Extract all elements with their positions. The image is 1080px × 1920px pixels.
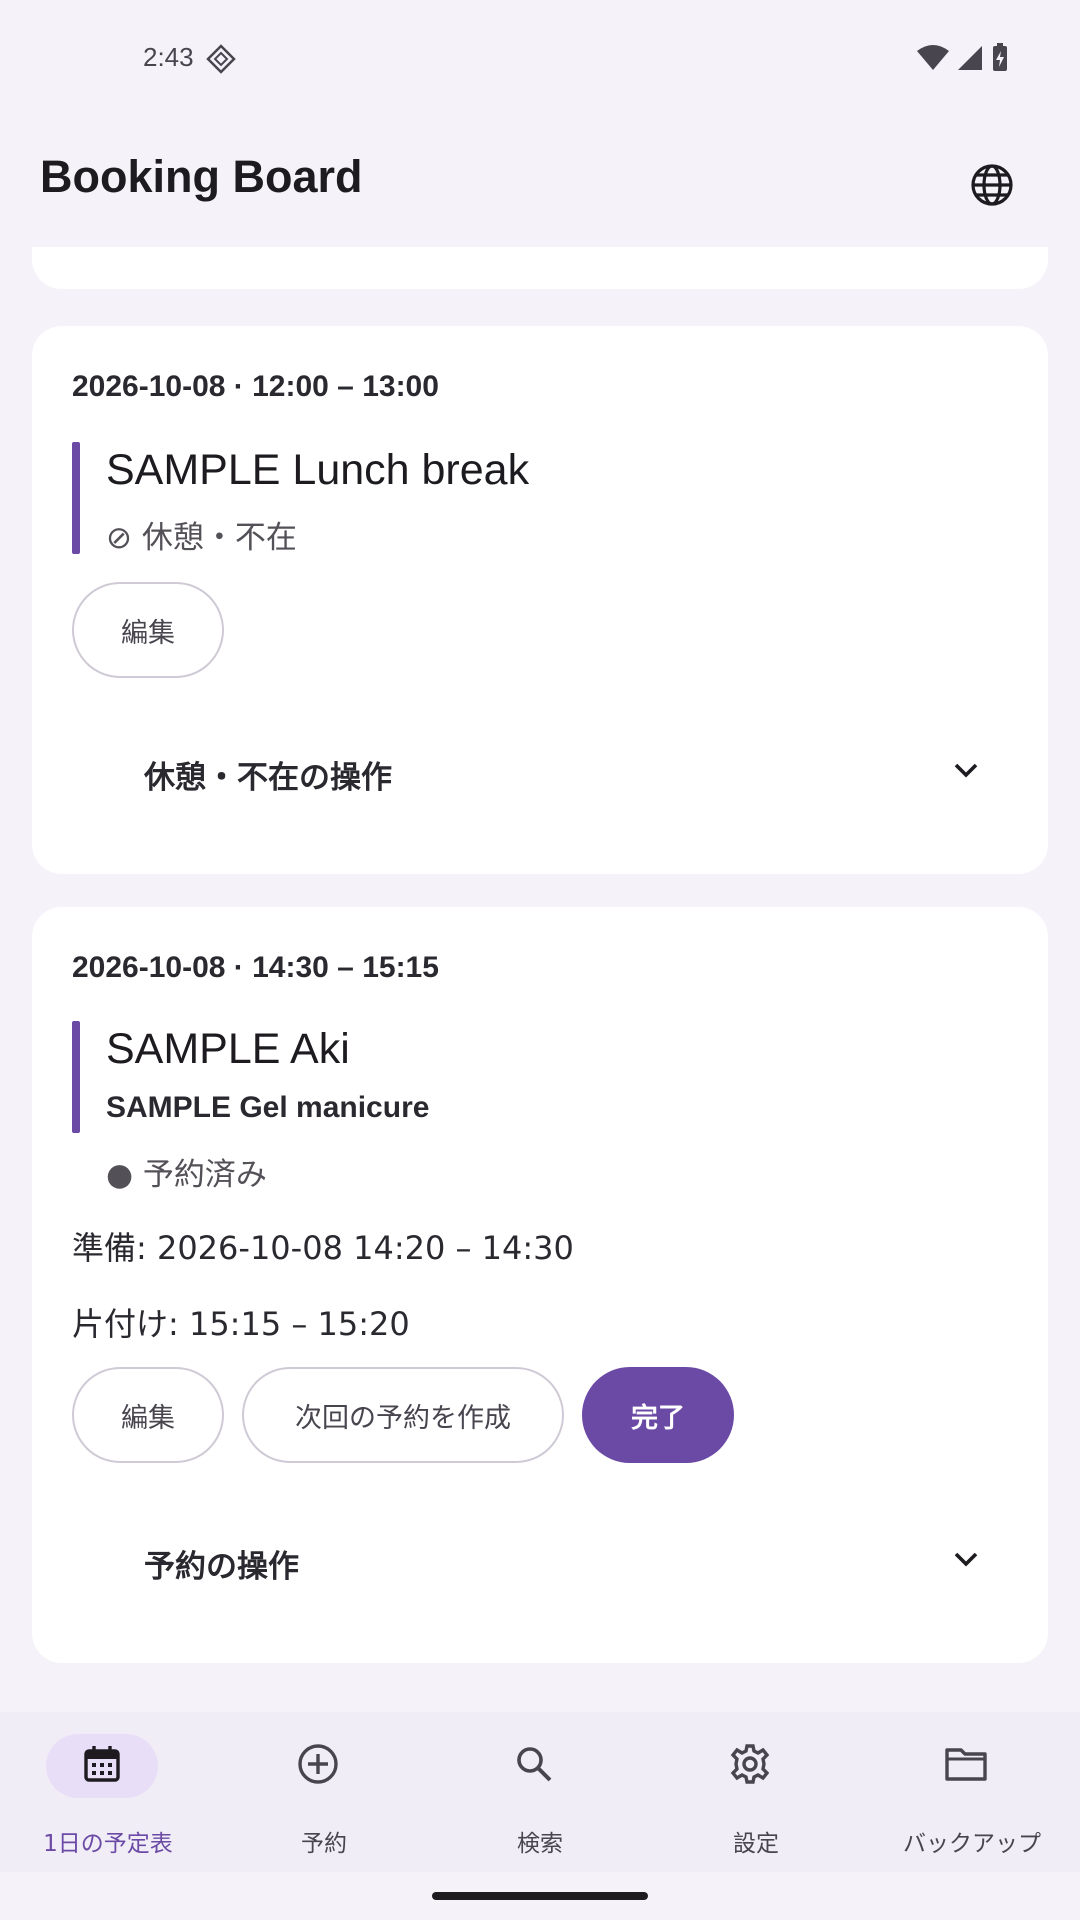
status-icons xyxy=(916,43,1010,77)
expander-label: 予約の操作 xyxy=(144,1549,299,1585)
nav-item-schedule[interactable]: 1日の予定表 xyxy=(0,1712,216,1872)
nav-label: 1日の予定表 xyxy=(43,1831,173,1857)
language-button[interactable] xyxy=(960,155,1024,219)
battery-icon xyxy=(990,43,1010,77)
nav-label: 設定 xyxy=(733,1831,779,1857)
app-bar: Booking Board xyxy=(0,115,1080,247)
chevron-down-icon xyxy=(948,1541,984,1577)
globe-icon xyxy=(970,163,1014,211)
nav-item-settings[interactable]: 設定 xyxy=(648,1712,864,1872)
break-actions-expander[interactable]: 休憩・不在の操作 xyxy=(72,720,1008,820)
prep-time: 準備: 2026-10-08 14:20 – 14:30 xyxy=(72,1229,574,1267)
calendar-icon xyxy=(82,1744,122,1788)
chevron-down-icon xyxy=(948,752,984,788)
expander-label: 休憩・不在の操作 xyxy=(144,760,392,796)
break-card: 2026-10-08 · 12:00 – 13:00 SAMPLE Lunch … xyxy=(32,326,1048,874)
wifi-icon xyxy=(916,44,950,76)
edit-button[interactable]: 編集 xyxy=(72,1367,224,1463)
service-name: SAMPLE Gel manicure xyxy=(106,1091,430,1124)
status-bar: 2:43 xyxy=(0,0,1080,115)
schedule-list[interactable]: 2026-10-08 · 12:00 – 13:00 SAMPLE Lunch … xyxy=(0,247,1080,1712)
signal-icon xyxy=(956,44,984,76)
accent-bar xyxy=(72,1021,80,1133)
folder-icon xyxy=(944,1744,988,1788)
app-title: Booking Board xyxy=(40,151,363,202)
accent-bar xyxy=(72,442,80,554)
home-indicator[interactable] xyxy=(432,1892,648,1900)
card-type-label: ⊘ 休憩・不在 xyxy=(106,520,297,556)
bottom-navigation: 1日の予定表 予約 検索 設定 バックアップ xyxy=(0,1712,1080,1872)
edit-button[interactable]: 編集 xyxy=(72,582,224,678)
status-label: ● 予約済み xyxy=(106,1157,267,1193)
nav-label: バックアップ xyxy=(903,1831,1041,1857)
cleanup-time: 片付け: 15:15 – 15:20 xyxy=(72,1305,410,1343)
gear-icon xyxy=(729,1743,771,1789)
nav-item-search[interactable]: 検索 xyxy=(432,1712,648,1872)
nav-item-backup[interactable]: バックアップ xyxy=(864,1712,1080,1872)
appointment-card: 2026-10-08 · 14:30 – 15:15 SAMPLE Aki SA… xyxy=(32,907,1048,1663)
status-time: 2:43 xyxy=(143,42,194,72)
card-title: SAMPLE Aki xyxy=(106,1025,350,1073)
nav-item-booking[interactable]: 予約 xyxy=(216,1712,432,1872)
card-time: 2026-10-08 · 14:30 – 15:15 xyxy=(72,951,439,984)
card-title: SAMPLE Lunch break xyxy=(106,446,530,494)
previous-card xyxy=(32,247,1048,289)
create-next-booking-button[interactable]: 次回の予約を作成 xyxy=(242,1367,564,1463)
booking-actions-expander[interactable]: 予約の操作 xyxy=(72,1509,1008,1609)
complete-button[interactable]: 完了 xyxy=(582,1367,734,1463)
add-circle-icon xyxy=(297,1743,339,1789)
nav-label: 検索 xyxy=(517,1831,563,1857)
nav-active-indicator xyxy=(46,1734,158,1798)
search-icon xyxy=(514,1744,554,1788)
card-time: 2026-10-08 · 12:00 – 13:00 xyxy=(72,370,439,403)
app-notification-icon xyxy=(206,44,236,74)
nav-label: 予約 xyxy=(301,1831,347,1857)
